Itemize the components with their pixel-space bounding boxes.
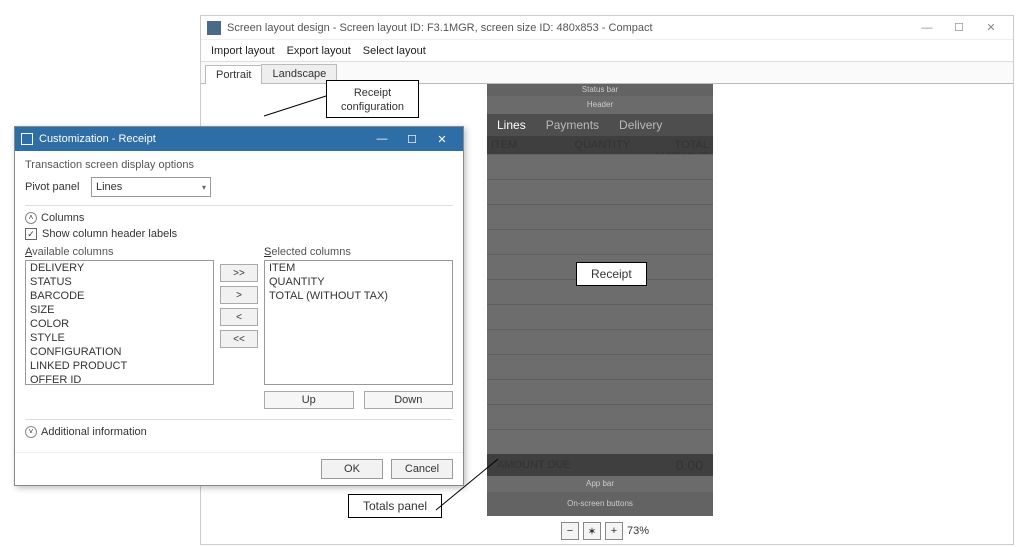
menu-bar: Import layout Export layout Select layou… (201, 40, 1013, 62)
list-item[interactable]: CONFIGURATION (26, 345, 213, 359)
available-columns-listbox[interactable]: DELIVERYSTATUSBARCODESIZECOLORSTYLECONFI… (25, 260, 214, 385)
dialog-close-icon[interactable]: ✕ (427, 127, 457, 151)
preview-row (487, 329, 713, 354)
preview-row (487, 354, 713, 379)
zoom-out-button[interactable]: − (561, 522, 579, 540)
preview-tab-delivery[interactable]: Delivery (609, 114, 672, 136)
move-left-button[interactable]: < (220, 308, 258, 326)
preview-row (487, 379, 713, 404)
amount-due-label: AMOUNT DUE (497, 459, 571, 471)
dialog-minimize-icon[interactable]: — (367, 127, 397, 151)
callout-receipt-configuration: Receiptconfiguration (326, 80, 419, 118)
preview-totals-panel: AMOUNT DUE 0.00 (487, 454, 713, 476)
list-item[interactable]: BARCODE (26, 289, 213, 303)
preview-row (487, 179, 713, 204)
main-window-title: Screen layout design - Screen layout ID:… (227, 22, 911, 34)
list-item[interactable]: ITEM (265, 261, 452, 275)
pivot-panel-value: Lines (96, 181, 122, 193)
customization-dialog: Customization - Receipt — ☐ ✕ Transactio… (14, 126, 464, 486)
chevron-up-icon: ˄ (25, 212, 37, 224)
list-item[interactable]: DELIVERY (26, 261, 213, 275)
preview-onscreen-buttons: On-screen buttons (487, 492, 713, 516)
preview-row (487, 204, 713, 229)
list-item[interactable]: STYLE (26, 331, 213, 345)
ok-button[interactable]: OK (321, 459, 383, 479)
columns-expander-label: Columns (41, 212, 84, 224)
preview-tab-payments[interactable]: Payments (536, 114, 609, 136)
show-column-headers-label: Show column header labels (42, 228, 177, 240)
preview-tab-lines[interactable]: Lines (487, 114, 536, 136)
move-down-button[interactable]: Down (364, 391, 454, 409)
pivot-panel-label: Pivot panel (25, 181, 83, 193)
dialog-maximize-icon[interactable]: ☐ (397, 127, 427, 151)
additional-info-expander[interactable]: ˅ Additional information (25, 419, 453, 438)
preview-col-total: TOTAL (WITHOUT TAX) (634, 136, 713, 154)
menu-export-layout[interactable]: Export layout (287, 45, 351, 57)
selected-columns-listbox[interactable]: ITEMQUANTITYTOTAL (WITHOUT TAX) (264, 260, 453, 385)
list-item[interactable]: QUANTITY (265, 275, 452, 289)
preview-row (487, 404, 713, 429)
list-item[interactable]: LINKED PRODUCT (26, 359, 213, 373)
list-item[interactable]: STATUS (26, 275, 213, 289)
main-title-bar: Screen layout design - Screen layout ID:… (201, 16, 1013, 40)
preview-tabs: Lines Payments Delivery (487, 114, 713, 136)
pivot-panel-combo[interactable]: Lines ▾ (91, 177, 211, 197)
chevron-down-icon: ˅ (25, 426, 37, 438)
tab-portrait[interactable]: Portrait (205, 65, 262, 84)
maximize-icon[interactable]: ☐ (943, 17, 975, 39)
move-up-button[interactable]: Up (264, 391, 354, 409)
dialog-title-bar[interactable]: Customization - Receipt — ☐ ✕ (15, 127, 463, 151)
zoom-fit-button[interactable]: ✶ (583, 522, 601, 540)
move-all-left-button[interactable]: << (220, 330, 258, 348)
preview-col-quantity: QUANTITY (571, 136, 635, 154)
dialog-section-title: Transaction screen display options (25, 159, 453, 171)
move-right-button[interactable]: > (220, 286, 258, 304)
available-columns-label: Available columns (25, 246, 214, 258)
callout-receipt: Receipt (576, 262, 647, 286)
move-all-right-button[interactable]: >> (220, 264, 258, 282)
preview-row (487, 304, 713, 329)
columns-expander[interactable]: ˄ Columns (25, 205, 453, 224)
selected-columns-label: Selected columns (264, 246, 453, 258)
zoom-in-button[interactable]: + (605, 522, 623, 540)
device-preview[interactable]: Status bar Header Lines Payments Deliver… (487, 84, 713, 516)
preview-row (487, 154, 713, 179)
minimize-icon[interactable]: — (911, 17, 943, 39)
preview-status-bar: Status bar (487, 84, 713, 96)
list-item[interactable]: SIZE (26, 303, 213, 317)
dialog-title: Customization - Receipt (39, 133, 367, 145)
preview-row (487, 429, 713, 454)
preview-row (487, 229, 713, 254)
zoom-bar: − ✶ + 73% (561, 522, 649, 540)
menu-import-layout[interactable]: Import layout (211, 45, 275, 57)
callout-totals-panel: Totals panel (348, 494, 442, 518)
preview-receipt-rows (487, 154, 713, 454)
preview-column-headers: ITEM QUANTITY TOTAL (WITHOUT TAX) (487, 136, 713, 154)
amount-due-value: 0.00 (676, 457, 703, 473)
app-icon (207, 21, 221, 35)
list-item[interactable]: TOTAL (WITHOUT TAX) (265, 289, 452, 303)
preview-app-bar: App bar (487, 476, 713, 492)
list-item[interactable]: COLOR (26, 317, 213, 331)
preview-header: Header (487, 96, 713, 114)
cancel-button[interactable]: Cancel (391, 459, 453, 479)
list-item[interactable]: OFFER ID (26, 373, 213, 385)
preview-col-item: ITEM (487, 136, 571, 154)
additional-info-label: Additional information (41, 426, 147, 438)
chevron-down-icon: ▾ (202, 183, 206, 192)
close-icon[interactable]: ✕ (975, 17, 1007, 39)
show-column-headers-checkbox[interactable]: ✓ (25, 228, 37, 240)
menu-select-layout[interactable]: Select layout (363, 45, 426, 57)
orientation-tab-strip: Portrait Landscape (201, 62, 1013, 84)
dialog-app-icon (21, 133, 33, 145)
zoom-percent: 73% (627, 525, 649, 537)
